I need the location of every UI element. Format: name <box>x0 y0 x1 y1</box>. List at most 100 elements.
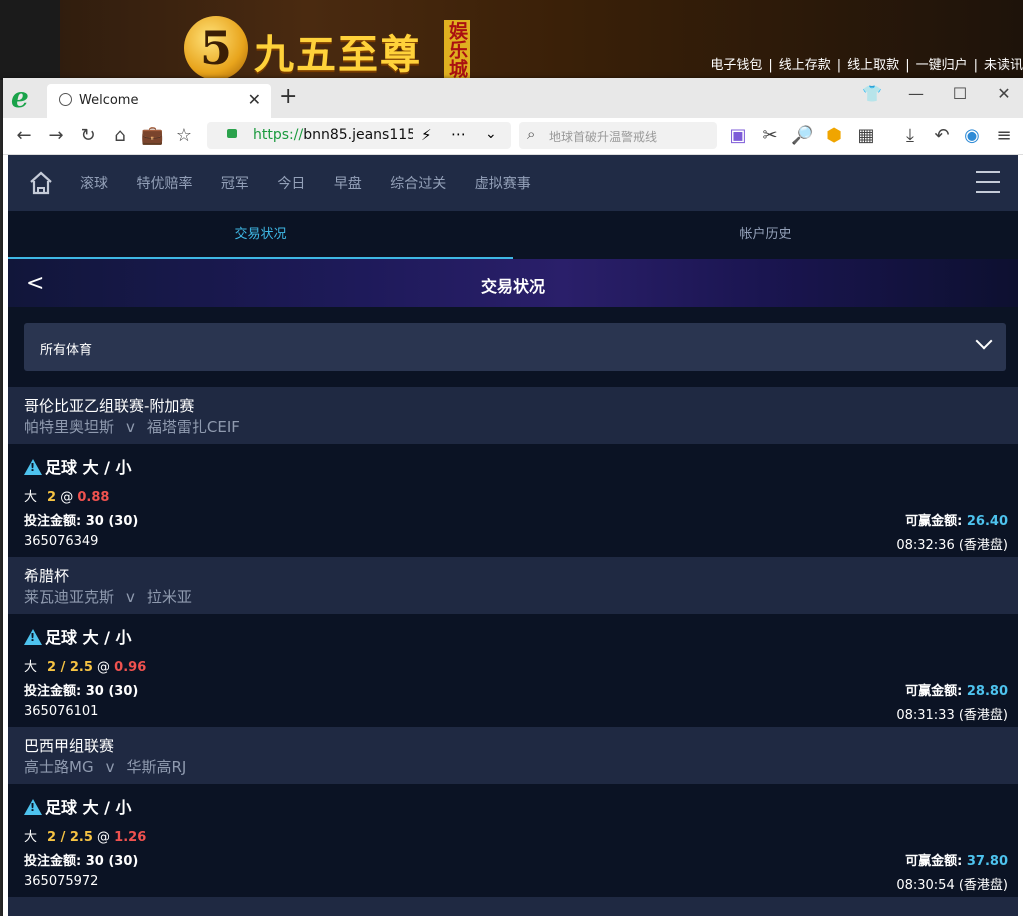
match-teams: 高士路MG v 华斯高RJ <box>24 756 186 777</box>
url-text: https://bnn85.jeans1155 <box>253 127 413 143</box>
match-teams: 莱瓦迪亚克斯 v 拉米亚 <box>24 586 192 607</box>
bet-header: 希腊杯 莱瓦迪亚克斯 v 拉米亚 <box>8 557 1018 614</box>
banner-link-wallet[interactable]: 电子钱包 <box>710 58 762 73</box>
nav-item-today[interactable]: 今日 <box>277 176 305 192</box>
favorites-star-icon[interactable]: ☆ <box>173 125 195 146</box>
win-label: 可赢金额: <box>905 514 967 529</box>
banner-link-consolidate[interactable]: 一键归户 <box>916 58 968 73</box>
scissors-icon[interactable]: ✂ <box>759 125 781 146</box>
bet-body: 足球 大 / 小 大 2 / 2.5 @ 1.26 投注金额: 30 (30) 3… <box>8 784 1018 897</box>
market-title: 足球 大 / 小 <box>24 624 132 648</box>
shield-icon[interactable]: ⬢ <box>823 125 845 146</box>
away-team: 拉米亚 <box>146 588 192 606</box>
selection-side: 大 <box>24 490 38 505</box>
nav-items: 滚球 特优赔率 冠军 今日 早盘 综合过关 虚拟赛事 <box>80 173 555 193</box>
nav-item-virtual[interactable]: 虚拟赛事 <box>475 176 531 192</box>
win-amount: 26.40 <box>966 514 1008 529</box>
address-bar[interactable]: https://bnn85.jeans1155 ⚡ ⋯ ⌄ <box>207 122 511 149</box>
selection-odds: 1.26 <box>114 830 147 845</box>
banner-link-deposit[interactable]: 线上存款 <box>779 58 831 73</box>
bet-id: 365076101 <box>24 704 99 719</box>
globe-icon <box>59 93 72 106</box>
away-team: 福塔雷扎CEIF <box>146 418 240 436</box>
warning-icon <box>24 629 42 645</box>
nav-item-outright[interactable]: 冠军 <box>221 176 249 192</box>
selection-line: 2 <box>47 490 57 505</box>
match-teams: 帕特里奥坦斯 v 福塔雷扎CEIF <box>24 416 240 437</box>
search-icon: ⌕ <box>527 125 536 143</box>
minimize-button[interactable]: — <box>901 84 931 103</box>
forward-arrow-icon[interactable]: → <box>45 125 67 146</box>
lightning-icon[interactable]: ⚡ <box>421 126 432 144</box>
at-sign: @ <box>60 490 74 505</box>
hamburger-menu-icon[interactable] <box>976 171 1000 193</box>
tab-transaction-status[interactable]: 交易状况 <box>8 211 513 259</box>
sub-tabs: 交易状况 帐户历史 <box>8 211 1018 259</box>
sync-icon[interactable]: ◉ <box>961 125 983 146</box>
home-icon[interactable]: ⌂ <box>109 125 131 146</box>
nav-item-live[interactable]: 滚球 <box>80 176 108 192</box>
next-bet-header-edge <box>8 897 1018 916</box>
bet-time: 08:31:33 (香港盘) <box>896 708 1008 723</box>
banner-link-withdraw[interactable]: 线上取款 <box>847 58 899 73</box>
logo-digit: 5 <box>199 21 232 75</box>
reload-icon[interactable]: ↻ <box>77 125 99 146</box>
banner-link-unread[interactable]: 未读讯 <box>984 58 1023 73</box>
menu-icon[interactable]: ≡ <box>993 125 1015 146</box>
market-name: 足球 大 / 小 <box>45 458 132 477</box>
chevron-down-icon <box>975 332 993 350</box>
stake-amount: 投注金额: 30 (30) <box>24 854 139 869</box>
magnifier-icon[interactable]: 🔎 <box>791 125 813 146</box>
translate-icon[interactable]: ▣ <box>727 125 749 146</box>
logo-text: 九五至尊 <box>254 31 422 78</box>
win-amount: 28.80 <box>966 684 1008 699</box>
more-dots-icon[interactable]: ⋯ <box>451 125 466 143</box>
selection: 大 2 / 2.5 @ 0.96 <box>24 656 146 675</box>
tab-account-history[interactable]: 帐户历史 <box>513 211 1018 259</box>
nav-item-parlay[interactable]: 综合过关 <box>390 176 446 192</box>
browser-tab[interactable]: Welcome ✕ <box>47 84 271 118</box>
lock-icon <box>227 129 237 138</box>
briefcase-icon[interactable]: 💼 <box>141 125 163 146</box>
at-sign: @ <box>97 830 111 845</box>
skin-icon[interactable]: 👕 <box>857 84 887 103</box>
site-nav: 滚球 特优赔率 冠军 今日 早盘 综合过关 虚拟赛事 <box>8 155 1018 211</box>
away-team: 华斯高RJ <box>126 758 187 776</box>
search-box[interactable]: ⌕ 地球首破升温警戒线 <box>519 122 717 149</box>
vs-label: v <box>126 588 135 606</box>
new-tab-button[interactable]: + <box>279 84 297 109</box>
selection-side: 大 <box>24 660 38 675</box>
vs-label: v <box>105 758 115 776</box>
bet-time: 08:30:54 (香港盘) <box>896 878 1008 893</box>
selection-odds: 0.88 <box>77 490 110 505</box>
vs-label: v <box>126 418 135 436</box>
bet-body: 足球 大 / 小 大 2 / 2.5 @ 0.96 投注金额: 30 (30) 3… <box>8 614 1018 727</box>
nav-item-early[interactable]: 早盘 <box>334 176 362 192</box>
selection-odds: 0.96 <box>114 660 147 675</box>
filter-selected: 所有体育 <box>40 343 93 358</box>
browser-toolbar: ← → ↻ ⌂ 💼 ☆ https://bnn85.jeans1155 ⚡ ⋯ … <box>3 118 1023 155</box>
potential-win: 可赢金额: 26.40 <box>905 510 1008 529</box>
nav-item-special-odds[interactable]: 特优赔率 <box>136 176 192 192</box>
market-title: 足球 大 / 小 <box>24 454 132 478</box>
selection: 大2 @ 0.88 <box>24 486 109 505</box>
selection-side: 大 <box>24 830 38 845</box>
sport-filter-dropdown[interactable]: 所有体育 <box>24 323 1006 371</box>
download-icon[interactable]: ⤓ <box>899 125 921 146</box>
title-bar: < 交易状况 <box>8 259 1018 307</box>
selection: 大 2 / 2.5 @ 1.26 <box>24 826 146 845</box>
selection-line: 2 / 2.5 <box>47 830 93 845</box>
maximize-button[interactable]: ☐ <box>945 84 975 103</box>
home-nav-icon[interactable] <box>28 170 54 196</box>
stake-amount: 投注金额: 30 (30) <box>24 514 139 529</box>
win-amount: 37.80 <box>966 854 1008 869</box>
chevron-down-icon[interactable]: ⌄ <box>485 126 497 142</box>
bet-header: 巴西甲组联赛 高士路MG v 华斯高RJ <box>8 727 1018 784</box>
apps-grid-icon[interactable]: ▦ <box>855 125 877 146</box>
bet-time: 08:32:36 (香港盘) <box>896 538 1008 553</box>
undo-icon[interactable]: ↶ <box>931 125 953 146</box>
browser-logo-icon: e <box>11 81 29 114</box>
tab-close-icon[interactable]: ✕ <box>248 90 261 109</box>
back-arrow-icon[interactable]: ← <box>13 125 35 146</box>
close-window-button[interactable]: ✕ <box>989 84 1019 103</box>
